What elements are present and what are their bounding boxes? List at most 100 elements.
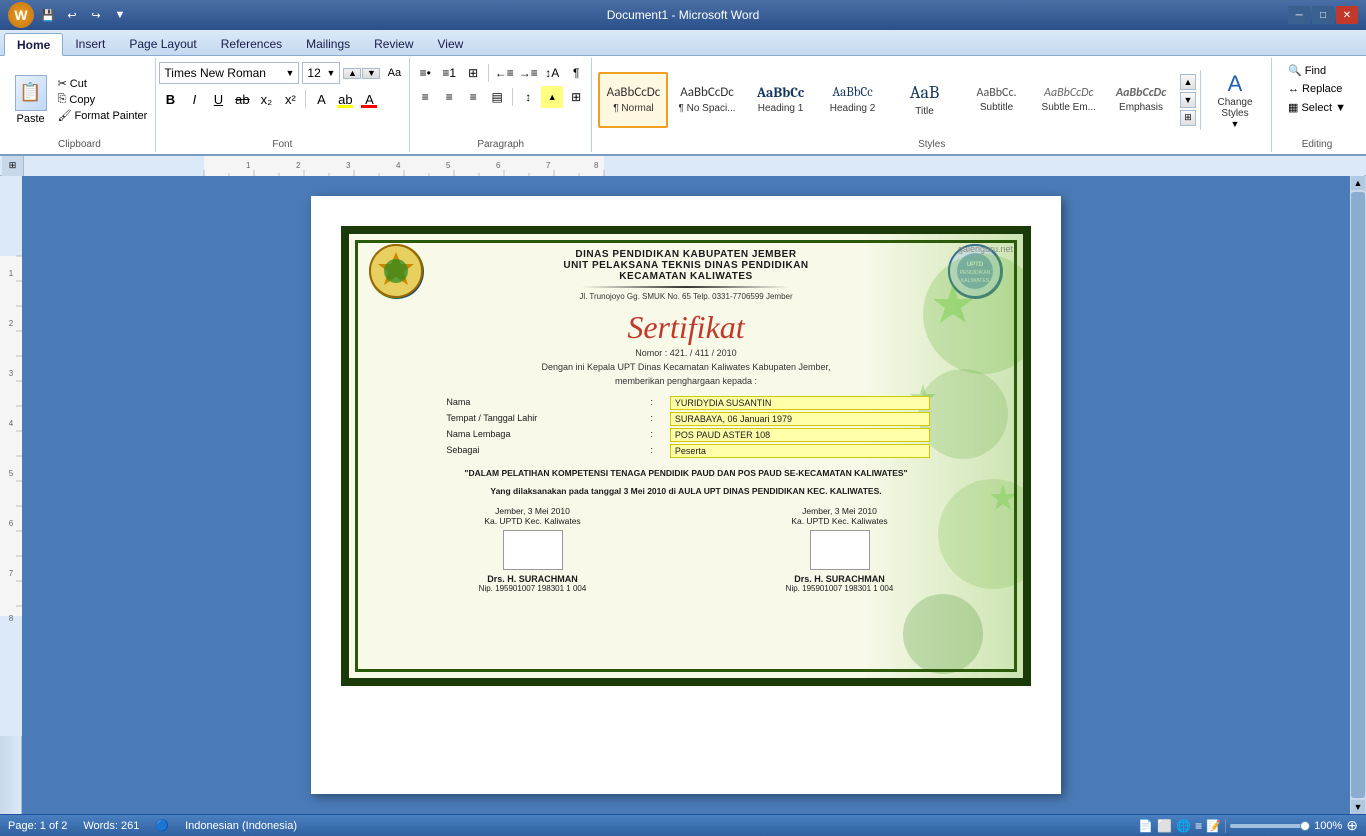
font-size-increase-button[interactable]: ▲ xyxy=(343,68,361,79)
tab-references[interactable]: References xyxy=(209,33,294,55)
zoom-slider[interactable] xyxy=(1230,824,1310,828)
strikethrough-button[interactable]: ab xyxy=(231,88,253,110)
subscript-button[interactable]: x₂ xyxy=(255,88,277,110)
cert-sig-right-role: Ka. UPTD Kec. Kaliwates xyxy=(717,516,963,526)
styles-more-button[interactable]: ⊞ xyxy=(1180,110,1196,126)
copy-icon: ⎘ xyxy=(58,93,67,106)
scroll-thumb[interactable] xyxy=(1351,192,1365,798)
zoom-slider-thumb[interactable] xyxy=(1300,821,1310,831)
redo-button[interactable]: ↪ xyxy=(86,5,106,25)
tab-view[interactable]: View xyxy=(426,33,476,55)
cert-sig-left-role: Ka. UPTD Kec. Kaliwates xyxy=(410,516,656,526)
view-print-button[interactable]: 📄 xyxy=(1138,819,1153,833)
zoom-in-button[interactable]: ⊕ xyxy=(1346,817,1358,834)
underline-button[interactable]: U xyxy=(207,88,229,110)
view-web-button[interactable]: 🌐 xyxy=(1176,819,1191,833)
office-button[interactable]: W xyxy=(8,2,34,28)
borders-button[interactable]: ⊞ xyxy=(565,86,587,108)
main-layout: ⊞ xyxy=(0,156,1366,836)
style-subtitle-label: Subtitle xyxy=(980,102,1013,113)
increase-indent-button[interactable]: →≡ xyxy=(517,62,539,84)
paste-button[interactable]: 📋 Paste xyxy=(9,73,53,127)
minimize-button[interactable]: ─ xyxy=(1288,6,1310,24)
style-subtitle-preview: AaBbCc. xyxy=(977,86,1017,100)
decrease-indent-button[interactable]: ←≡ xyxy=(493,62,515,84)
scroll-up-button[interactable]: ▲ xyxy=(1351,176,1365,190)
styles-scroll-up-button[interactable]: ▲ xyxy=(1180,74,1196,90)
cert-signatures: Jember, 3 Mei 2010 Ka. UPTD Kec. Kaliwat… xyxy=(379,506,993,593)
cert-birth-label: Tempat / Tanggal Lahir xyxy=(442,412,644,426)
tab-home[interactable]: Home xyxy=(4,33,63,56)
undo-button[interactable]: ↩ xyxy=(62,5,82,25)
cert-intro2: memberikan penghargaan kepada : xyxy=(379,376,993,386)
style-heading2-button[interactable]: AaBbCc Heading 2 xyxy=(818,72,888,128)
scroll-down-button[interactable]: ▼ xyxy=(1351,800,1365,814)
cert-header-divider xyxy=(582,286,791,288)
font-size-selector[interactable]: 12 ▼ xyxy=(302,62,340,84)
styles-content: AaBbCcDc ¶ Normal AaBbCcDc ¶ No Spaci...… xyxy=(598,60,1265,137)
view-fullscreen-button[interactable]: ⬜ xyxy=(1157,819,1172,833)
language-indicator[interactable]: Indonesian (Indonesia) xyxy=(185,820,297,832)
font-color-button[interactable]: A xyxy=(358,88,380,110)
style-subtitle-button[interactable]: AaBbCc. Subtitle xyxy=(962,72,1032,128)
format-painter-button[interactable]: 🖌 Format Painter xyxy=(55,108,151,123)
change-styles-button[interactable]: A ChangeStyles ▼ xyxy=(1205,69,1265,131)
title-bar: W 💾 ↩ ↪ ▼ Document1 - Microsoft Word ─ □… xyxy=(0,0,1366,30)
bold-button[interactable]: B xyxy=(159,88,181,110)
document-page: galeriguru.net xyxy=(311,196,1061,794)
select-button[interactable]: ▦ Select ▼ xyxy=(1284,99,1350,116)
view-draft-button[interactable]: 📝 xyxy=(1206,819,1221,833)
svg-text:5: 5 xyxy=(9,469,14,478)
align-center-button[interactable]: ≡ xyxy=(438,86,460,108)
copy-button[interactable]: ⎘ Copy xyxy=(55,92,151,107)
align-left-button[interactable]: ≡ xyxy=(414,86,436,108)
text-effects-button[interactable]: A xyxy=(310,88,332,110)
close-button[interactable]: ✕ xyxy=(1336,6,1358,24)
style-no-spacing-button[interactable]: AaBbCcDc ¶ No Spaci... xyxy=(670,72,743,128)
style-heading1-button[interactable]: AaBbCc Heading 1 xyxy=(746,72,816,128)
font-size-decrease-button[interactable]: ▼ xyxy=(362,68,380,79)
font-size-arrows: ▲ ▼ xyxy=(343,68,380,79)
spell-check-icon[interactable]: 🔵 xyxy=(155,819,169,832)
style-subtle-em-button[interactable]: AaBbCcDc Subtle Em... xyxy=(1034,72,1104,128)
view-outline-button[interactable]: ≡ xyxy=(1195,819,1202,833)
styles-scroll-down-button[interactable]: ▼ xyxy=(1180,92,1196,108)
tab-insert[interactable]: Insert xyxy=(63,33,117,55)
vertical-scrollbar[interactable]: ▲ ▼ xyxy=(1350,176,1366,814)
customize-button[interactable]: ▼ xyxy=(110,5,130,25)
styles-gallery: AaBbCcDc ¶ Normal AaBbCcDc ¶ No Spaci...… xyxy=(598,72,1176,128)
maximize-button[interactable]: □ xyxy=(1312,6,1334,24)
style-title-button[interactable]: AaB Title xyxy=(890,72,960,128)
document-canvas[interactable]: galeriguru.net xyxy=(22,176,1350,814)
save-button[interactable]: 💾 xyxy=(38,5,58,25)
tab-review[interactable]: Review xyxy=(362,33,425,55)
line-spacing-button[interactable]: ↕ xyxy=(517,86,539,108)
paste-label: Paste xyxy=(17,113,45,125)
show-formatting-button[interactable]: ¶ xyxy=(565,62,587,84)
clipboard-side-btns: ✂ Cut ⎘ Copy 🖌 Format Painter xyxy=(55,76,151,123)
superscript-button[interactable]: x² xyxy=(279,88,301,110)
tab-mailings[interactable]: Mailings xyxy=(294,33,362,55)
cut-button[interactable]: ✂ Cut xyxy=(55,76,151,91)
bullet-list-button[interactable]: ≡• xyxy=(414,62,436,84)
text-highlight-button[interactable]: ab xyxy=(334,88,356,110)
svg-text:4: 4 xyxy=(396,161,401,170)
font-group-label: Font xyxy=(162,137,403,150)
shading-button[interactable]: ▲ xyxy=(541,86,563,108)
sort-button[interactable]: ↕A xyxy=(541,62,563,84)
find-button[interactable]: 🔍 Find xyxy=(1284,62,1330,79)
multilevel-list-button[interactable]: ⊞ xyxy=(462,62,484,84)
style-normal-button[interactable]: AaBbCcDc ¶ Normal xyxy=(598,72,668,128)
align-right-button[interactable]: ≡ xyxy=(462,86,484,108)
style-emphasis-button[interactable]: AaBbCcDc Emphasis xyxy=(1106,72,1176,128)
replace-button[interactable]: ↔ Replace xyxy=(1284,81,1346,97)
numbered-list-button[interactable]: ≡1 xyxy=(438,62,460,84)
tab-page-layout[interactable]: Page Layout xyxy=(117,33,208,55)
font-name-selector[interactable]: Times New Roman ▼ xyxy=(159,62,299,84)
ruler-corner-button[interactable]: ⊞ xyxy=(2,156,24,176)
cert-address: Jl. Trunojoyo Gg. SMUK No. 65 Telp. 0331… xyxy=(563,292,808,301)
justify-button[interactable]: ▤ xyxy=(486,86,508,108)
cert-sig-left-nip: Nip. 195901007 198301 1 004 xyxy=(410,584,656,593)
clear-formatting-button[interactable]: Aa xyxy=(383,62,405,84)
italic-button[interactable]: I xyxy=(183,88,205,110)
